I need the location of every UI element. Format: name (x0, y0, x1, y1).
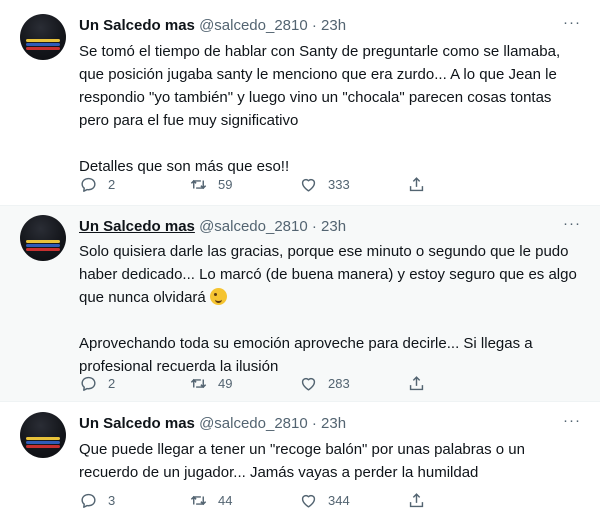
share-icon (409, 492, 424, 507)
share-button[interactable] (407, 174, 426, 194)
reply-icon (81, 493, 96, 508)
like-button[interactable]: 283 (299, 373, 350, 393)
retweet-count: 59 (218, 176, 233, 192)
retweet-count: 49 (218, 375, 233, 391)
tweet-paragraph: Se tomó el tiempo de hablar con Santy de… (79, 43, 561, 129)
retweet-icon (190, 378, 207, 388)
more-options-icon[interactable]: ··· (562, 413, 582, 434)
tweet-paragraph: Solo quisiera darle las gracias, porque … (79, 240, 584, 309)
reply-count: 2 (108, 375, 116, 391)
tweet-header: Un Salcedo mas @salcedo_2810 · 23h (79, 414, 346, 434)
author-handle[interactable]: @salcedo_2810 (199, 415, 308, 432)
share-icon (409, 375, 424, 390)
reply-button[interactable]: 2 (79, 373, 115, 393)
retweet-icon (190, 179, 207, 189)
tweet-text: Se tomó el tiempo de hablar con Santy de… (79, 40, 584, 178)
tweet-text: Que puede llegar a tener un "recoge baló… (79, 438, 584, 484)
retweet-icon (190, 495, 207, 505)
like-button[interactable]: 333 (299, 174, 350, 194)
timestamp[interactable]: 23h (321, 218, 346, 235)
separator-dot: · (311, 17, 317, 34)
retweet-count: 44 (218, 492, 233, 508)
tweet-paragraph: Aprovechando toda su emoción aproveche p… (79, 335, 533, 375)
tweet-1[interactable]: Un Salcedo mas @salcedo_2810 · 23h ··· S… (0, 0, 600, 205)
more-options-icon[interactable]: ··· (562, 216, 582, 237)
tweet-2[interactable]: Un Salcedo mas @salcedo_2810 · 23h ··· S… (0, 206, 600, 401)
share-icon (409, 176, 424, 191)
tweet-paragraph: Que puede llegar a tener un "recoge baló… (79, 441, 525, 481)
avatar[interactable] (20, 412, 66, 458)
tweet-paragraph-text: Solo quisiera darle las gracias, porque … (79, 243, 577, 306)
reply-icon (81, 177, 96, 192)
retweet-button[interactable]: 44 (189, 490, 232, 510)
author-handle[interactable]: @salcedo_2810 (199, 218, 308, 235)
avatar[interactable] (20, 14, 66, 60)
tweet-actions: 2 49 283 (79, 373, 519, 393)
winking-face-emoji (209, 288, 227, 305)
tweet-text: Solo quisiera darle las gracias, porque … (79, 240, 584, 378)
share-button[interactable] (407, 373, 426, 393)
timestamp[interactable]: 23h (321, 17, 346, 34)
tweet-actions: 3 44 344 (79, 490, 519, 510)
heart-icon (301, 494, 316, 508)
reply-button[interactable]: 3 (79, 490, 115, 510)
share-button[interactable] (407, 490, 426, 510)
separator-dot: · (311, 415, 317, 432)
avatar[interactable] (20, 215, 66, 261)
tweet-3[interactable]: Un Salcedo mas @salcedo_2810 · 23h ··· Q… (0, 402, 600, 515)
timestamp[interactable]: 23h (321, 415, 346, 432)
reply-icon (81, 376, 96, 391)
reply-button[interactable]: 2 (79, 174, 115, 194)
author-name[interactable]: Un Salcedo mas (79, 218, 195, 235)
reply-count: 3 (108, 492, 116, 508)
separator-dot: · (311, 218, 317, 235)
author-handle[interactable]: @salcedo_2810 (199, 17, 308, 34)
like-count: 283 (328, 375, 350, 391)
tweet-header: Un Salcedo mas @salcedo_2810 · 23h (79, 16, 346, 36)
more-options-icon[interactable]: ··· (562, 15, 582, 36)
heart-icon (301, 178, 316, 192)
heart-icon (301, 377, 316, 391)
author-name[interactable]: Un Salcedo mas (79, 415, 195, 432)
author-name[interactable]: Un Salcedo mas (79, 17, 195, 34)
retweet-button[interactable]: 49 (189, 373, 232, 393)
like-count: 333 (328, 176, 350, 192)
like-button[interactable]: 344 (299, 490, 350, 510)
tweet-header: Un Salcedo mas @salcedo_2810 · 23h (79, 217, 346, 237)
like-count: 344 (328, 492, 350, 508)
tweet-actions: 2 59 333 (79, 174, 519, 194)
reply-count: 2 (108, 176, 116, 192)
retweet-button[interactable]: 59 (189, 174, 232, 194)
